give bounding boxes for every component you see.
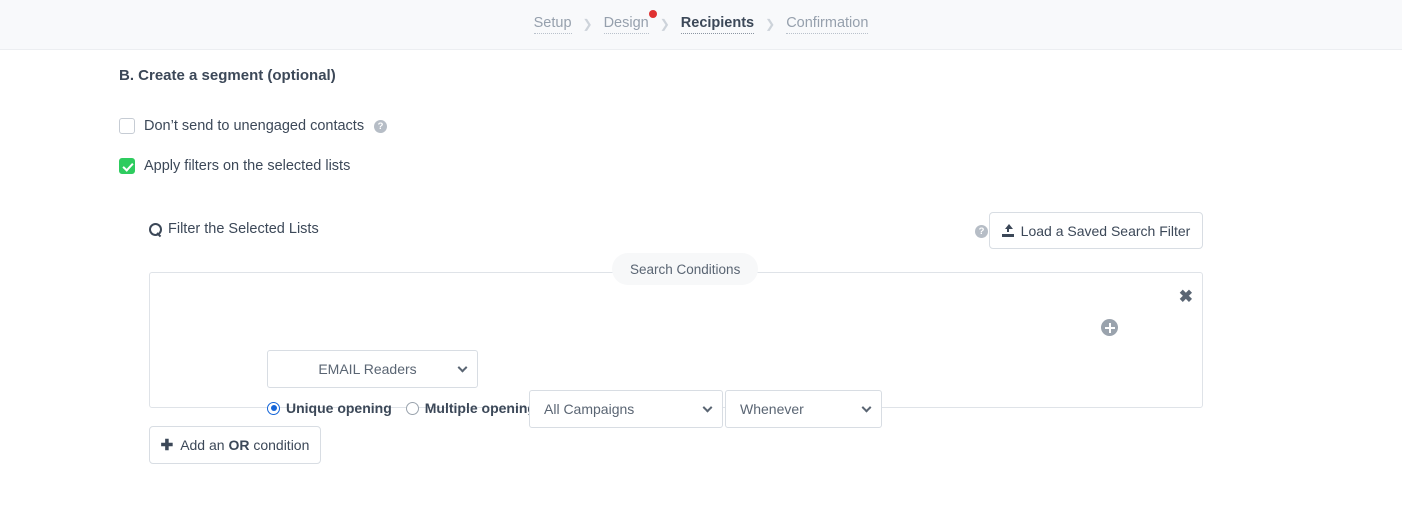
filter-help-icon[interactable]: ? <box>975 225 988 238</box>
when-select-value: Whenever <box>726 401 804 417</box>
breadcrumb-separator: ❯ <box>583 17 593 33</box>
add-or-prefix: Add an <box>180 437 228 453</box>
add-or-label: Add an OR condition <box>180 437 309 453</box>
breadcrumb-item-recipients[interactable]: Recipients <box>681 15 754 34</box>
radio-unique-opening-input[interactable] <box>267 402 280 415</box>
filter-title: Filter the Selected Lists <box>149 221 319 237</box>
breadcrumb: Setup ❯ Design ❯ Recipients ❯ Confirmati… <box>534 15 869 34</box>
add-or-condition-button[interactable]: ✚ Add an OR condition <box>149 426 321 464</box>
search-conditions-panel: Search Conditions ✖ EMAIL Readers Unique… <box>149 272 1203 408</box>
chevron-down-icon <box>703 403 713 413</box>
opening-radio-group: Unique opening Multiple openings <box>267 400 544 416</box>
radio-unique-opening-label: Unique opening <box>286 400 392 416</box>
search-icon <box>149 223 162 236</box>
radio-unique-opening[interactable]: Unique opening <box>267 400 392 416</box>
breadcrumb-label: Confirmation <box>786 15 868 31</box>
breadcrumb-separator: ❯ <box>660 17 670 33</box>
when-select[interactable]: Whenever <box>725 390 882 428</box>
upload-icon <box>1002 224 1014 237</box>
apply-filters-checkbox[interactable] <box>119 158 135 174</box>
chevron-down-icon <box>862 403 872 413</box>
breadcrumb-label: Setup <box>534 15 572 31</box>
close-icon[interactable]: ✖ <box>1173 285 1199 308</box>
breadcrumb-item-design[interactable]: Design <box>604 15 649 34</box>
unengaged-contacts-checkbox[interactable] <box>119 118 135 134</box>
campaign-select[interactable]: All Campaigns <box>529 390 723 428</box>
load-saved-search-filter-button[interactable]: Load a Saved Search Filter <box>989 212 1203 249</box>
search-conditions-pill: Search Conditions <box>612 253 758 285</box>
add-condition-icon[interactable] <box>1101 319 1118 336</box>
breadcrumb-label: Design <box>604 15 649 31</box>
radio-multiple-openings-input[interactable] <box>406 402 419 415</box>
unengaged-contacts-label: Don’t send to unengaged contacts <box>144 118 364 134</box>
breadcrumb-bar: Setup ❯ Design ❯ Recipients ❯ Confirmati… <box>0 0 1402 50</box>
breadcrumb-item-setup[interactable]: Setup <box>534 15 572 34</box>
breadcrumb-item-confirmation[interactable]: Confirmation <box>786 15 868 34</box>
condition-type-value: EMAIL Readers <box>318 361 426 377</box>
option-unengaged-contacts[interactable]: Don’t send to unengaged contacts ? <box>119 118 387 134</box>
add-or-keyword: OR <box>228 437 249 453</box>
apply-filters-label: Apply filters on the selected lists <box>144 158 350 174</box>
option-apply-filters[interactable]: Apply filters on the selected lists <box>119 158 350 174</box>
help-icon[interactable]: ? <box>374 120 387 133</box>
page-title: B. Create a segment (optional) <box>119 67 336 84</box>
plus-icon: ✚ <box>161 436 174 454</box>
add-or-suffix: condition <box>249 437 309 453</box>
load-button-label: Load a Saved Search Filter <box>1021 223 1191 239</box>
campaign-select-value: All Campaigns <box>530 401 634 417</box>
condition-type-select[interactable]: EMAIL Readers <box>267 350 478 388</box>
radio-multiple-openings-label: Multiple openings <box>425 400 544 416</box>
filter-title-label: Filter the Selected Lists <box>168 221 319 237</box>
breadcrumb-separator: ❯ <box>765 17 775 33</box>
radio-multiple-openings[interactable]: Multiple openings <box>406 400 544 416</box>
breadcrumb-label: Recipients <box>681 15 754 31</box>
notification-dot-icon <box>649 10 657 18</box>
chevron-down-icon <box>458 363 468 373</box>
